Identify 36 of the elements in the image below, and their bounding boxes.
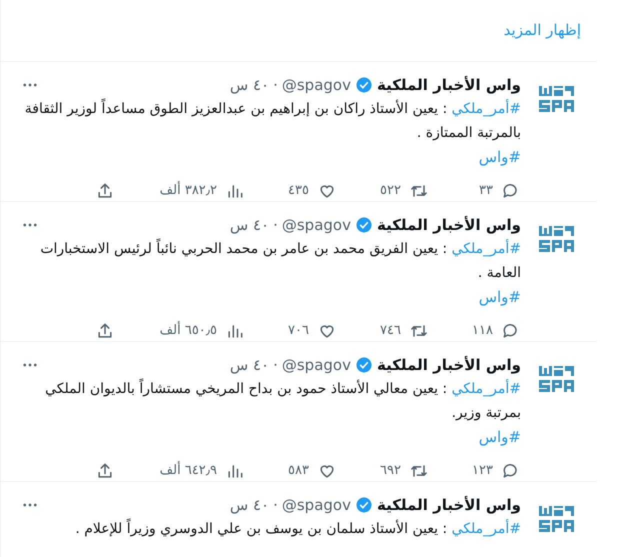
account-name[interactable]: واس الأخبار الملكية <box>376 354 521 376</box>
stat-count: ٤٣٥ <box>288 182 309 200</box>
account-name[interactable]: واس الأخبار الملكية <box>376 494 521 516</box>
logo-icon <box>539 86 575 112</box>
logo-icon <box>539 226 575 252</box>
dot-separator: · <box>273 75 278 96</box>
tweet-time[interactable]: ٤٠ س <box>230 74 270 96</box>
tweet-text: #أمر_ملكي : يعين معالي الأستاذ حمود بن بداح المريخي مستشاراً بالديوان الملكي بمرتبة وزير. <box>44 378 521 422</box>
stat-count: ٧٠٦ <box>288 322 309 340</box>
tweet-time[interactable]: ٤٠ س <box>230 494 270 516</box>
dot-separator: · <box>273 495 278 516</box>
stat-count: ٦٤٢٫٩ ألف <box>160 460 217 480</box>
stat-count: ١١٨ <box>472 322 493 340</box>
stat-count: ٥٨٣ <box>288 462 309 480</box>
account-handle[interactable]: @spagov <box>282 214 351 236</box>
logo-icon <box>539 366 575 392</box>
dot-separator: · <box>273 355 278 376</box>
tweet-time[interactable]: ٤٠ س <box>230 214 270 236</box>
account-handle[interactable]: @spagov <box>282 354 351 376</box>
stat-count: ٧٤٦ <box>380 322 401 340</box>
account-handle[interactable]: @spagov <box>282 494 351 516</box>
tweet-text: #أمر_ملكي : يعين الفريق محمد بن عامر بن محمد الحربي نائباً لرئيس الاستخبارات العامة . <box>39 238 521 282</box>
logo-icon <box>539 506 575 532</box>
tweet-text: #أمر_ملكي : يعين الأستاذ سلمان بن يوسف بن علي الدوسري وزيراً للإعلام . <box>74 518 521 538</box>
dot-separator: · <box>273 215 278 236</box>
stat-count: ٥٢٢ <box>380 182 401 200</box>
stat-count: ١٢٣ <box>472 462 493 480</box>
account-name[interactable]: واس الأخبار الملكية <box>376 214 521 236</box>
stat-count: ٦٩٢ <box>380 462 401 480</box>
stat-count: ٣٨٢٫٢ ألف <box>160 180 217 200</box>
account-name[interactable]: واس الأخبار الملكية <box>376 74 521 96</box>
stat-count: ٦٥٠٫٥ ألف <box>160 320 217 340</box>
stat-count: ٣٣ <box>479 182 493 200</box>
tweet-time[interactable]: ٤٠ س <box>230 354 270 376</box>
tweet-text: #أمر_ملكي : يعين الأستاذ راكان بن إبراهيم بن عبدالعزيز الطوق مساعداً لوزير الثقافة بالمرتبة الممتازة . <box>24 98 521 142</box>
account-handle[interactable]: @spagov <box>282 74 351 96</box>
